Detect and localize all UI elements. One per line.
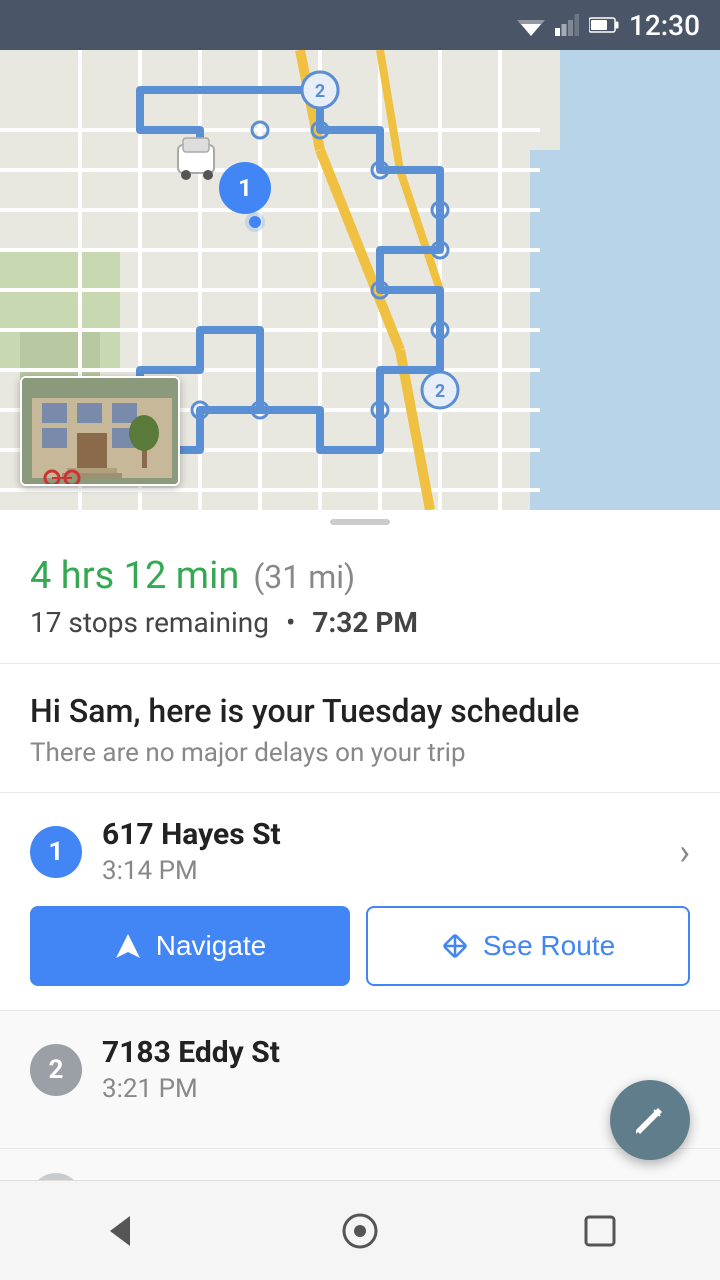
greeting-section: Hi Sam, here is your Tuesday schedule Th… <box>0 664 720 793</box>
battery-icon <box>589 16 619 34</box>
edit-icon <box>632 1102 668 1138</box>
stop-2-time: 3:21 PM <box>102 1074 280 1104</box>
drag-pill <box>330 519 390 525</box>
street-photo-thumbnail[interactable] <box>20 376 180 486</box>
trip-stops-row: 17 stops remaining • 7:32 PM <box>30 606 690 639</box>
stop-2-header: 2 7183 Eddy St 3:21 PM <box>30 1035 690 1104</box>
trip-time-row: 4 hrs 12 min (31 mi) <box>30 554 690 598</box>
route-diamond-icon <box>441 932 469 960</box>
greeting-subtitle: There are no major delays on your trip <box>30 738 690 768</box>
trip-stops-text: 17 stops remaining <box>30 606 269 639</box>
status-bar: 12:30 <box>0 0 720 50</box>
stop-2-address: 7183 Eddy St <box>102 1035 280 1070</box>
navigate-button[interactable]: Navigate <box>30 906 350 986</box>
greeting-title: Hi Sam, here is your Tuesday schedule <box>30 692 690 730</box>
trip-distance: (31 mi) <box>253 558 355 596</box>
stop-1-badge: 1 <box>30 826 82 878</box>
stop-1-chevron-icon[interactable]: › <box>679 831 690 873</box>
status-icons: 12:30 <box>517 9 700 42</box>
svg-text:2: 2 <box>315 81 325 102</box>
trip-summary: 4 hrs 12 min (31 mi) 17 stops remaining … <box>0 534 720 664</box>
stop-1-header: 1 617 Hayes St 3:14 PM › <box>30 817 690 886</box>
see-route-button[interactable]: See Route <box>366 906 690 986</box>
dot-separator: • <box>286 606 295 639</box>
home-icon <box>340 1211 380 1251</box>
signal-icon <box>555 14 579 36</box>
stop-2-badge: 2 <box>30 1044 82 1096</box>
svg-text:1: 1 <box>238 174 252 202</box>
nav-recent-button[interactable] <box>560 1201 640 1261</box>
trip-eta: 7:32 PM <box>312 606 418 639</box>
stop-1-address: 617 Hayes St <box>102 817 281 852</box>
wifi-icon <box>517 14 545 36</box>
status-time: 12:30 <box>629 9 700 42</box>
nav-back-button[interactable] <box>80 1201 160 1261</box>
svg-text:2: 2 <box>435 381 445 402</box>
navigate-arrow-icon <box>114 932 142 960</box>
nav-home-button[interactable] <box>320 1201 400 1261</box>
navigate-label: Navigate <box>156 930 267 962</box>
stop-2-info: 7183 Eddy St 3:21 PM <box>102 1035 280 1104</box>
trip-duration: 4 hrs 12 min <box>30 554 239 598</box>
stop-1-time: 3:14 PM <box>102 856 281 886</box>
see-route-label: See Route <box>483 930 615 962</box>
map-area[interactable]: 2 2 1 <box>0 50 720 510</box>
stop-1-actions: Navigate See Route <box>30 906 690 986</box>
drag-handle[interactable] <box>0 510 720 534</box>
stop-2-left: 2 7183 Eddy St 3:21 PM <box>30 1035 280 1104</box>
back-icon <box>100 1211 140 1251</box>
stop-item-1: 1 617 Hayes St 3:14 PM › Navigate <box>0 793 720 1011</box>
stop-1-left: 1 617 Hayes St 3:14 PM <box>30 817 281 886</box>
recent-icon <box>580 1211 620 1251</box>
nav-bar <box>0 1180 720 1280</box>
stop-1-info: 617 Hayes St 3:14 PM <box>102 817 281 886</box>
fab-edit-button[interactable] <box>610 1080 690 1160</box>
